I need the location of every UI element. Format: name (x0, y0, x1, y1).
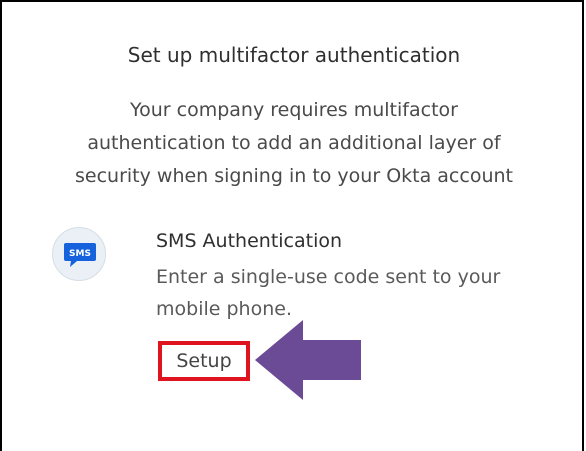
page-title: Set up multifactor authentication (127, 43, 461, 67)
page: Set up multifactor authentication Your c… (0, 0, 586, 451)
sms-chat-bubble-icon: SMS (64, 243, 96, 267)
factor-description: Enter a single-use code sent to your mob… (156, 261, 556, 325)
description: Your company requires multifactor authen… (2, 94, 586, 193)
factor-title: SMS Authentication (156, 230, 343, 252)
mfa-setup-card: Set up multifactor authentication Your c… (0, 0, 584, 451)
factor-description-line: Enter a single-use code sent to your (156, 266, 501, 288)
description-line: security when signing in to your Okta ac… (75, 165, 513, 187)
left-arrow-icon (255, 320, 361, 400)
setup-button[interactable]: Setup (158, 341, 250, 381)
sms-icon: SMS (52, 227, 106, 281)
description-line: Your company requires multifactor (130, 99, 458, 121)
sms-icon-label: SMS (69, 249, 91, 259)
description-line: authentication to add an additional laye… (87, 132, 501, 154)
